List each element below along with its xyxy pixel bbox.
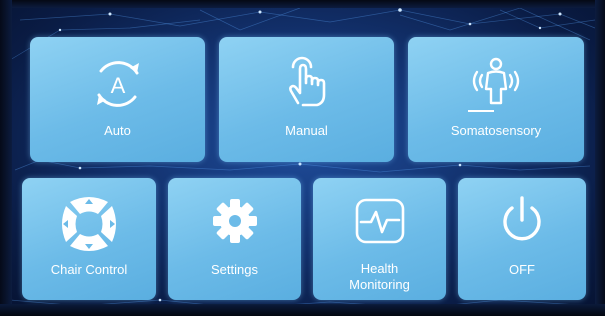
manual-label: Manual — [285, 123, 328, 138]
settings-button[interactable]: Settings — [168, 178, 301, 300]
screen-bezel-left — [0, 0, 12, 316]
somatosensory-label: Somatosensory — [450, 123, 542, 138]
health-label-line2: Monitoring — [349, 277, 410, 292]
heart-rate-monitor-icon — [355, 198, 404, 244]
gear-icon — [212, 199, 257, 243]
auto-label: Auto — [104, 123, 131, 138]
direction-pad-icon — [62, 197, 116, 251]
health-monitoring-button[interactable]: Health Monitoring — [313, 178, 446, 300]
health-monitoring-label: Health Monitoring — [313, 261, 446, 293]
hand-touch-icon — [288, 56, 325, 107]
off-button[interactable]: OFF — [458, 178, 586, 300]
health-label-line1: Health — [360, 261, 399, 276]
somatosensory-button[interactable]: Somatosensory — [408, 37, 584, 162]
manual-button[interactable]: Manual — [219, 37, 394, 162]
auto-button[interactable]: A Auto — [30, 37, 205, 162]
person-sensing-icon — [468, 57, 520, 112]
svg-text:A: A — [110, 73, 125, 98]
auto-mode-icon: A — [96, 61, 139, 107]
settings-label: Settings — [211, 262, 258, 277]
screen-bezel-right — [595, 0, 605, 316]
chair-control-label: Chair Control — [50, 262, 128, 277]
power-icon — [503, 196, 541, 241]
chair-control-button[interactable]: Chair Control — [22, 178, 156, 300]
screen-bezel-top — [0, 0, 605, 8]
off-label: OFF — [509, 262, 535, 277]
screen-bezel-bottom — [0, 304, 605, 316]
massage-chair-home-screen: A Auto Manual Somatosensory Chair Contro… — [0, 0, 605, 316]
